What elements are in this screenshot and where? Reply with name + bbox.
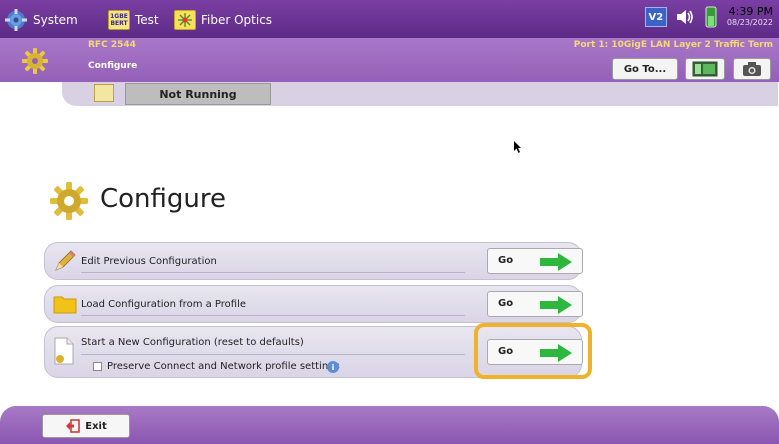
option-label: Edit Previous Configuration [81, 256, 217, 267]
info-icon[interactable]: i [327, 361, 339, 373]
v2-icon[interactable]: V2 [644, 7, 667, 27]
go-to-button[interactable]: Go To... [612, 58, 678, 80]
option-edit-previous: Edit Previous Configuration Go [44, 242, 583, 280]
tab-system-label: System [33, 13, 78, 27]
exit-button[interactable]: Exit [42, 414, 130, 438]
exit-label: Exit [85, 420, 107, 432]
option-label: Start a New Configuration (reset to defa… [81, 337, 304, 348]
arrow-right-icon [540, 253, 572, 271]
exit-icon [66, 419, 81, 433]
clock-time: 4:39 PM [728, 5, 773, 18]
row-divider [81, 272, 465, 273]
bert-icon: 1GBE BERT [108, 10, 130, 30]
camera-icon [743, 62, 761, 76]
layout-button[interactable] [685, 58, 725, 80]
test-name: RFC 2544 [88, 40, 136, 50]
new-document-icon [54, 337, 74, 365]
port-info: Port 1: 10GigE LAN Layer 2 Traffic Term [573, 40, 773, 50]
clock: 4:39 PM 08/23/2022 [727, 6, 773, 28]
gear-icon [50, 182, 88, 220]
battery-icon [705, 6, 717, 28]
page-title: Configure [100, 184, 227, 214]
fiber-optics-icon [174, 10, 196, 30]
go-button-load-profile[interactable]: Go [487, 291, 583, 317]
row-divider [81, 315, 465, 316]
gear-icon [22, 48, 48, 74]
tab-fiber-optics-label: Fiber Optics [201, 13, 273, 27]
notepad-icon[interactable] [94, 84, 114, 102]
clock-date: 08/23/2022 [726, 18, 773, 27]
go-button-label: Go [498, 255, 514, 266]
pencil-icon [55, 250, 76, 271]
screenshot-button[interactable] [733, 58, 771, 80]
tab-test-label: Test [135, 13, 159, 27]
tab-fiber-optics[interactable]: Fiber Optics [174, 8, 272, 32]
option-load-profile: Load Configuration from a Profile Go [44, 285, 583, 323]
section-label: Configure [88, 61, 138, 71]
go-button-label: Go [498, 298, 514, 309]
option-label: Load Configuration from a Profile [81, 299, 247, 310]
go-button-edit-previous[interactable]: Go [487, 248, 583, 274]
preserve-settings-checkbox[interactable] [93, 362, 102, 371]
speaker-icon[interactable] [675, 8, 695, 26]
gear-icon [5, 9, 27, 31]
checkbox-label: Preserve Connect and Network profile set… [107, 361, 340, 372]
test-status[interactable]: Not Running [125, 83, 271, 105]
arrow-right-icon [540, 296, 572, 314]
row-divider [81, 354, 465, 355]
status-area: V2 4:39 PM 08/23/2022 [644, 6, 773, 28]
cursor-icon [514, 141, 521, 153]
tab-system[interactable]: System [4, 8, 78, 32]
display-layout-icon [692, 61, 718, 77]
folder-icon [53, 296, 77, 314]
tab-test[interactable]: 1GBE BERT Test [108, 8, 159, 32]
highlight-box [474, 323, 592, 379]
